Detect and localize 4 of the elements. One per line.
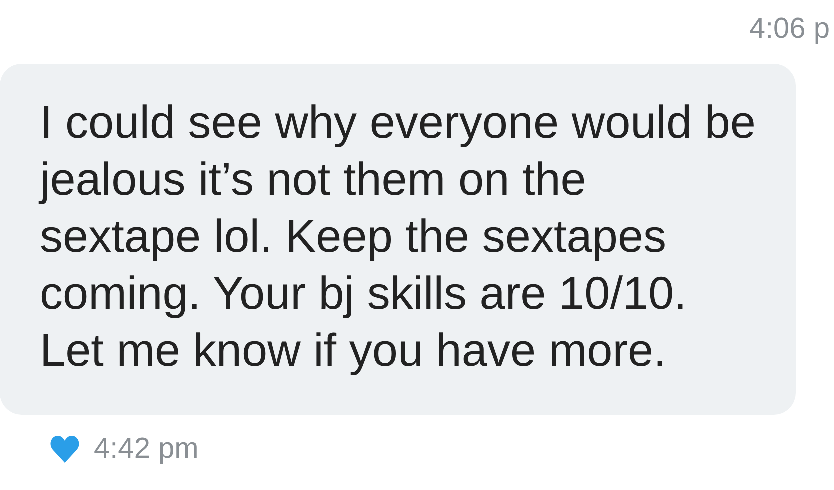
message-time: 4:42 pm [94,433,199,466]
heart-icon[interactable] [50,436,80,463]
timestamp: 4:06 p [749,12,830,46]
message-text: I could see why everyone would be jealous it’s not them on the sextape lol. Keep the sextapes coming. Your bj skills are 10/10. Let me know if you have more. [40,95,757,378]
